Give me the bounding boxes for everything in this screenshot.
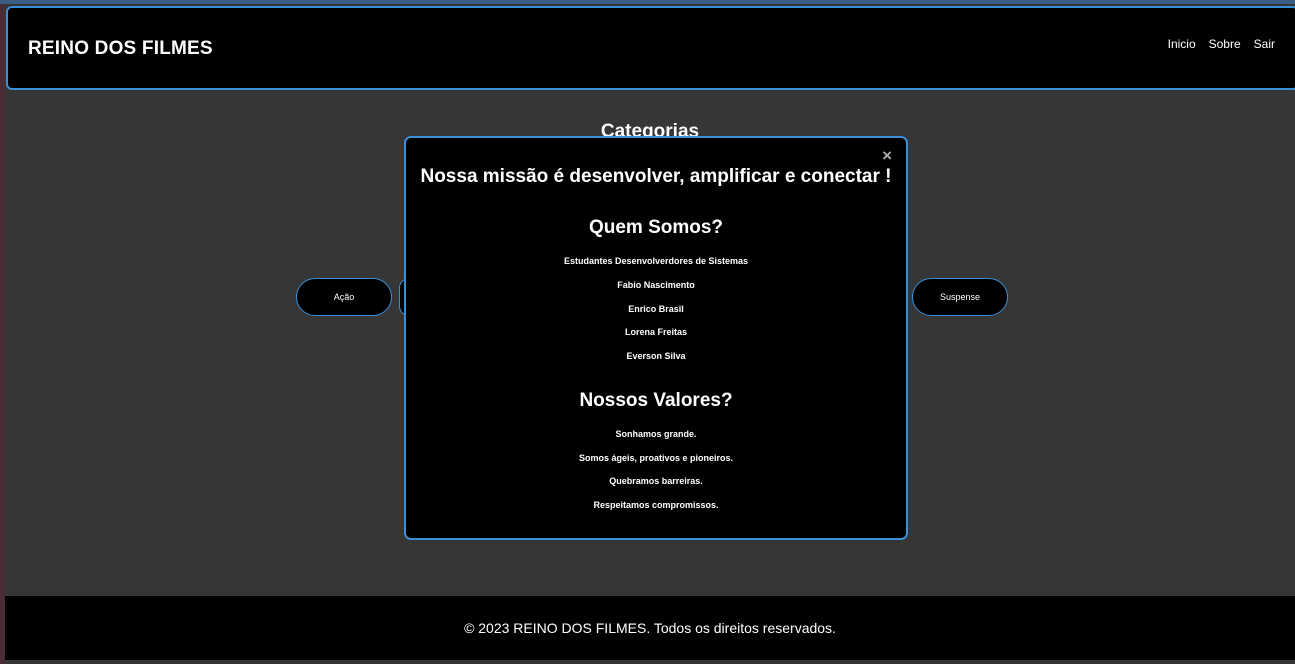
site-footer: © 2023 REINO DOS FILMES. Todos os direit… <box>5 596 1295 660</box>
mission-heading: Nossa missão é desenvolver, amplificar e… <box>420 166 892 187</box>
about-line: Lorena Freitas <box>624 327 688 337</box>
close-icon[interactable]: × <box>882 146 892 166</box>
window-top-strip <box>0 0 1295 4</box>
values-heading: Nossos Valores? <box>579 390 733 411</box>
about-line: Fabio Nascimento <box>617 280 695 290</box>
site-brand: REINO DOS FILMES <box>28 38 213 59</box>
values-line: Quebramos barreiras. <box>609 476 703 486</box>
window-edge <box>0 0 5 664</box>
nav-inicio[interactable]: Inicio <box>1168 37 1196 51</box>
about-heading: Quem Somos? <box>588 217 724 238</box>
main-nav: Inicio Sobre Sair <box>1168 37 1275 51</box>
about-modal: × Nossa missão é desenvolver, amplificar… <box>404 136 908 540</box>
about-line: Enrico Brasil <box>628 304 684 314</box>
site-header: REINO DOS FILMES Inicio Sobre Sair <box>6 6 1295 90</box>
nav-sair[interactable]: Sair <box>1254 37 1275 51</box>
footer-text: © 2023 REINO DOS FILMES. Todos os direit… <box>464 620 836 636</box>
about-line: Everson Silva <box>626 351 686 361</box>
nav-sobre[interactable]: Sobre <box>1209 37 1241 51</box>
category-button-suspense[interactable]: Suspense <box>912 278 1008 316</box>
values-line: Respeitamos compromissos. <box>593 500 719 510</box>
values-line: Somos ágeis, proativos e pioneiros. <box>578 453 734 463</box>
about-line: Estudantes Desenvolverdores de Sistemas <box>563 256 749 266</box>
values-line: Sonhamos grande. <box>615 429 697 439</box>
category-button-acao[interactable]: Ação <box>296 278 392 316</box>
